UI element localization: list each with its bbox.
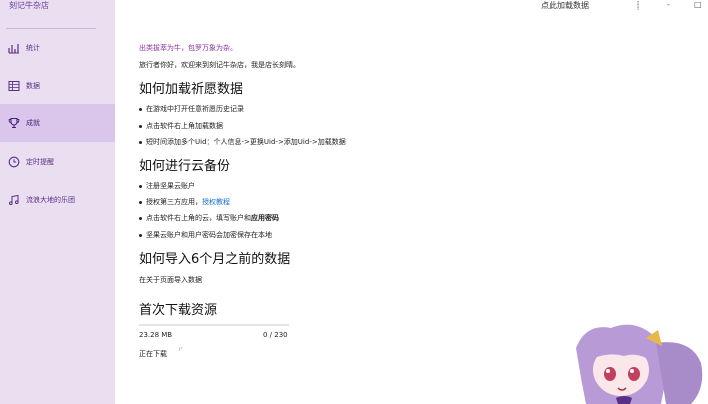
download-count: 0 / 230 — [263, 331, 288, 339]
bullet-icon — [139, 200, 142, 204]
download-size: 23.28 MB — [139, 331, 173, 339]
greeting-text: 出类拔萃为牛，包罗万象为杂。 — [139, 44, 237, 52]
sidebar: 刻记牛杂店 统计 数据 成就 定时提醒 流浪大地的乐团 — [0, 0, 115, 404]
section-title-cloud: 如何进行云备份 — [139, 159, 231, 174]
download-status: 正在下载 — [139, 350, 167, 358]
sidebar-item-label: 成就 — [26, 119, 40, 127]
bullet-icon — [139, 184, 142, 188]
music-icon — [8, 194, 20, 206]
bullet-icon — [139, 140, 142, 144]
bullet-icon — [139, 124, 142, 128]
app-title: 刻记牛杂店 — [9, 1, 49, 10]
intro-text: 旅行者你好，欢迎来到刻记牛杂店，我是店长刻晴。 — [139, 61, 300, 69]
sidebar-item-label: 数据 — [26, 82, 40, 90]
list-item: 点击软件右上角的云，填写账户和应用密码 — [139, 213, 279, 223]
minimize-button[interactable]: - — [667, 0, 670, 9]
mascot-image — [576, 324, 703, 404]
list-item: 坚果云账户和用户密码会加密保存在本地 — [139, 230, 272, 240]
section-title-import: 如何导入6个月之前的数据 — [139, 252, 291, 267]
trophy-icon — [8, 117, 20, 129]
sidebar-item-label: 流浪大地的乐团 — [26, 196, 75, 204]
sidebar-item-reminder[interactable]: 定时提醒 — [0, 143, 115, 181]
chart-icon — [8, 42, 20, 54]
download-progress-bar — [139, 324, 289, 326]
sidebar-item-label: 统计 — [26, 44, 40, 52]
loading-spinner-icon: ⠋ — [178, 347, 184, 355]
sidebar-item-label: 定时提醒 — [26, 158, 54, 166]
list-item: 点击软件右上角加载数据 — [139, 121, 223, 131]
table-icon — [8, 80, 20, 92]
bullet-icon — [139, 107, 142, 111]
list-item: 短时间添加多个Uid：个人信息->更换Uid->添加Uid->加载数据 — [139, 137, 346, 147]
section-title-download: 首次下载资源 — [139, 303, 218, 318]
list-item: 授权第三方应用，授权教程 — [139, 197, 230, 207]
list-item: 在游戏中打开任意祈愿历史记录 — [139, 104, 244, 114]
sidebar-item-data[interactable]: 数据 — [0, 67, 115, 105]
sidebar-item-achievements[interactable]: 成就 — [0, 104, 115, 142]
section-title-load: 如何加载祈愿数据 — [139, 82, 244, 97]
clock-icon — [8, 156, 20, 168]
sidebar-item-troupe[interactable]: 流浪大地的乐团 — [0, 181, 115, 219]
cloud-menu-button[interactable]: ⸽ — [637, 0, 639, 11]
load-data-button[interactable]: 点此加载数据 — [541, 0, 589, 11]
maximize-button[interactable]: □ — [694, 0, 702, 9]
auth-tutorial-link[interactable]: 授权教程 — [202, 198, 230, 206]
bullet-icon — [139, 233, 142, 237]
sidebar-item-statistics[interactable]: 统计 — [0, 29, 115, 67]
bullet-icon — [139, 216, 142, 220]
list-item: 注册坚果云账户 — [139, 181, 195, 191]
import-hint-text: 在关于页面导入数据 — [139, 276, 202, 284]
